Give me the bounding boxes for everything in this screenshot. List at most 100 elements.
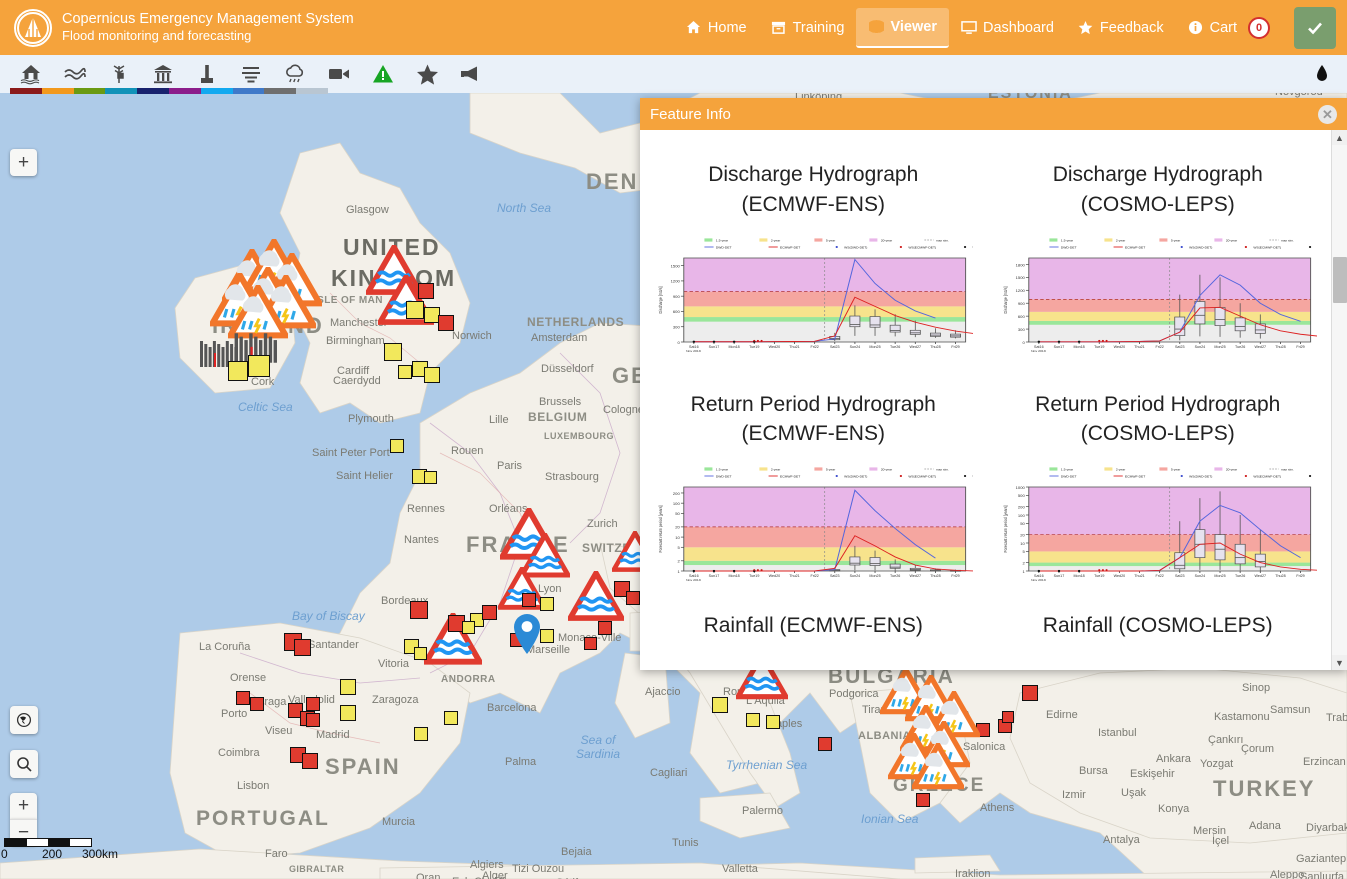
flooded-house-icon[interactable] bbox=[18, 61, 44, 87]
map-marker-square[interactable] bbox=[248, 355, 270, 377]
map-marker-square[interactable] bbox=[598, 621, 612, 635]
map-marker-square[interactable] bbox=[522, 593, 536, 607]
svg-text:Fri22: Fri22 bbox=[1155, 345, 1163, 349]
map-marker-square[interactable] bbox=[482, 605, 497, 620]
map-marker-square[interactable] bbox=[410, 601, 428, 619]
river-gauge-station-icon[interactable] bbox=[150, 61, 176, 87]
feature-info-body: Discharge Hydrograph (ECMWF-ENS) Dischar… bbox=[640, 130, 1347, 670]
zoom-in-button[interactable]: + bbox=[10, 793, 37, 819]
chevron-down-icon[interactable]: ▼ bbox=[1332, 655, 1347, 670]
map-marker-square[interactable] bbox=[306, 697, 320, 711]
svg-text:Discharge [m3/s]: Discharge [m3/s] bbox=[1002, 286, 1007, 313]
nav-item-dashboard[interactable]: Dashboard bbox=[949, 10, 1066, 46]
city-label: Faro bbox=[265, 848, 288, 860]
megaphone-icon[interactable] bbox=[458, 61, 484, 87]
chart-discharge-ecmwf-ens[interactable]: 030060090012001500Discharge [m3/s]Sat16S… bbox=[654, 236, 973, 356]
chart-return-period-cosmo-leps[interactable]: 1251020501002005001000Forecast return pe… bbox=[999, 465, 1318, 585]
map-marker-square[interactable] bbox=[406, 301, 424, 319]
flood-warning-triangle-marker[interactable] bbox=[498, 567, 546, 615]
map-marker-square[interactable] bbox=[462, 621, 475, 634]
map-marker-square[interactable] bbox=[438, 315, 454, 331]
hydrometer-icon[interactable] bbox=[194, 61, 220, 87]
city-label: Bursa bbox=[1079, 765, 1108, 777]
map-marker-square[interactable] bbox=[1002, 711, 1014, 723]
water-level-icon[interactable] bbox=[238, 61, 264, 87]
map-marker-square[interactable] bbox=[384, 343, 402, 361]
svg-text:1.5-year: 1.5-year bbox=[1060, 238, 1072, 242]
map-marker-square[interactable] bbox=[424, 471, 437, 484]
globe-icon bbox=[868, 19, 884, 35]
map-marker-square[interactable] bbox=[294, 639, 311, 656]
svg-text:Tue19: Tue19 bbox=[1094, 345, 1104, 349]
feature-info-panel[interactable]: Feature Info ✕ Discharge Hydrograph (ECM… bbox=[640, 98, 1347, 670]
chart-return-period-ecmwf-ens[interactable]: 125102050100200Forecast return period [y… bbox=[654, 465, 973, 585]
map-add-layer-button[interactable]: + bbox=[10, 149, 37, 176]
nav-item-training[interactable]: Training bbox=[759, 10, 857, 46]
selected-location-pin[interactable] bbox=[512, 613, 542, 660]
map-marker-square[interactable] bbox=[414, 647, 427, 660]
map-marker-square[interactable] bbox=[766, 715, 780, 729]
map-marker-square[interactable] bbox=[424, 367, 440, 383]
map-marker-square[interactable] bbox=[302, 753, 318, 769]
weather-station-icon[interactable] bbox=[106, 61, 132, 87]
close-icon[interactable]: ✕ bbox=[1318, 105, 1337, 124]
fire-drop-icon[interactable] bbox=[1311, 63, 1333, 85]
storm-warning-triangle-marker[interactable] bbox=[912, 743, 964, 795]
svg-text:Nov 2019: Nov 2019 bbox=[686, 578, 701, 582]
svg-text:Sun24: Sun24 bbox=[1194, 574, 1205, 578]
svg-text:Sun17: Sun17 bbox=[709, 345, 720, 349]
map-marker-square[interactable] bbox=[584, 637, 597, 650]
chevron-up-icon[interactable]: ▲ bbox=[1332, 130, 1347, 145]
map-marker-square[interactable] bbox=[1022, 685, 1038, 701]
map-marker-square[interactable] bbox=[228, 361, 248, 381]
confirm-button[interactable] bbox=[1294, 7, 1336, 49]
city-label: Amsterdam bbox=[531, 332, 587, 344]
map-marker-square[interactable] bbox=[626, 591, 640, 605]
svg-text:Sun17: Sun17 bbox=[1053, 345, 1064, 349]
city-label: Yozgat bbox=[1200, 758, 1233, 770]
nav-item-home[interactable]: Home bbox=[674, 10, 759, 46]
copernicus-logo-icon bbox=[14, 9, 52, 47]
map-marker-square[interactable] bbox=[250, 697, 264, 711]
flood-warning-triangle-marker[interactable] bbox=[568, 571, 624, 626]
country-label: LUXEMBOURG bbox=[544, 431, 614, 441]
nav-item-feedback[interactable]: Feedback bbox=[1066, 10, 1176, 46]
chart-discharge-cosmo-leps[interactable]: 0300600900120015001800Discharge [m3/s]Sa… bbox=[999, 236, 1318, 356]
map-marker-square[interactable] bbox=[540, 629, 554, 643]
map-marker-square[interactable] bbox=[712, 697, 728, 713]
video-camera-icon[interactable] bbox=[326, 61, 352, 87]
panel-scrollbar[interactable]: ▲ ▼ bbox=[1331, 130, 1347, 670]
rain-cloud-icon[interactable] bbox=[282, 61, 308, 87]
map-marker-square[interactable] bbox=[236, 691, 250, 705]
svg-text:1500: 1500 bbox=[671, 263, 680, 268]
scrollbar-thumb[interactable] bbox=[1333, 257, 1347, 303]
map-marker-square[interactable] bbox=[540, 597, 554, 611]
scrollbar-track[interactable] bbox=[1332, 145, 1347, 655]
nav-item-cart[interactable]: Cart 0 bbox=[1176, 10, 1282, 46]
nav-item-viewer[interactable]: Viewer bbox=[856, 8, 949, 48]
map-marker-square[interactable] bbox=[746, 713, 760, 727]
warning-triangle-icon[interactable] bbox=[370, 61, 396, 87]
svg-text:900: 900 bbox=[673, 294, 680, 299]
map-marker-square[interactable] bbox=[414, 727, 428, 741]
svg-text:Nov 2019: Nov 2019 bbox=[1031, 349, 1046, 353]
map-search-button[interactable] bbox=[10, 750, 38, 778]
map-marker-square[interactable] bbox=[818, 737, 832, 751]
svg-text:Nov 2019: Nov 2019 bbox=[1031, 578, 1046, 582]
svg-text:WS(DWD-DET): WS(DWD-DET) bbox=[1189, 475, 1212, 479]
map-marker-square[interactable] bbox=[916, 793, 930, 807]
map-marker-square[interactable] bbox=[306, 713, 320, 727]
map-marker-square[interactable] bbox=[340, 679, 356, 695]
star-icon[interactable] bbox=[414, 61, 440, 87]
basemap-switch-button[interactable] bbox=[10, 706, 38, 734]
map-marker-square[interactable] bbox=[398, 365, 412, 379]
water-waves-icon[interactable] bbox=[62, 61, 88, 87]
svg-text:Fri22: Fri22 bbox=[810, 574, 818, 578]
map-marker-square[interactable] bbox=[340, 705, 356, 721]
city-label: Porto bbox=[221, 708, 247, 720]
map-marker-square[interactable] bbox=[418, 283, 434, 299]
map-marker-square[interactable] bbox=[444, 711, 458, 725]
sea-label: Sea of Sardinia bbox=[567, 733, 629, 761]
map-marker-square[interactable] bbox=[390, 439, 404, 453]
svg-text:Sun24: Sun24 bbox=[850, 345, 861, 349]
